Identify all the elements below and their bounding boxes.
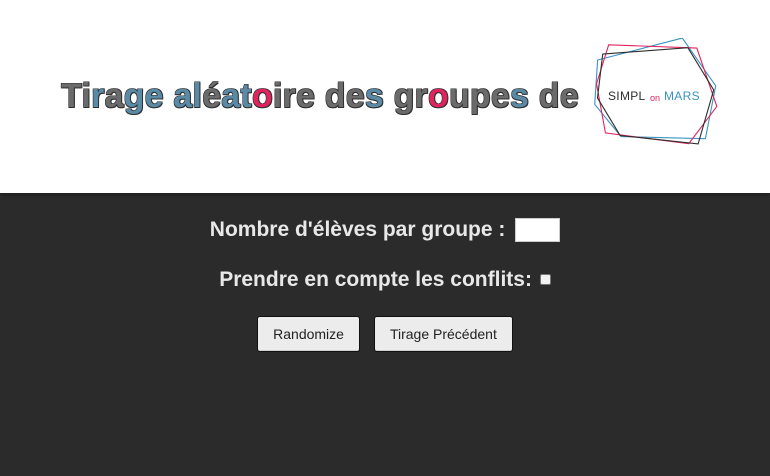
conflicts-checkbox[interactable] — [539, 273, 551, 285]
conflicts-row: Prendre en compte les conflits: — [0, 265, 770, 295]
logo-text-mars: MARS — [664, 89, 700, 103]
title-segment: s — [509, 77, 539, 115]
group-size-input[interactable] — [515, 218, 561, 243]
title-segment: o — [427, 77, 449, 115]
logo-text-on: on — [650, 93, 660, 103]
title-segment: Ti — [61, 77, 92, 115]
title-segment: o — [251, 77, 273, 115]
group-size-row: Nombre d'élèves par groupe : — [0, 215, 770, 245]
page-header: Tirage aléatoire des groupes de SIMPL on… — [0, 0, 770, 193]
title-segment: r — [91, 77, 105, 115]
title-segment: a — [104, 77, 124, 115]
logo-text-simpl: SIMPL — [608, 89, 646, 103]
button-row: Randomize Tirage Précédent — [0, 316, 770, 352]
main-panel: Nombre d'élèves par groupe : Prendre en … — [0, 195, 770, 476]
title-segment: s — [364, 77, 394, 115]
simplon-mars-logo: SIMPL on MARS — [594, 38, 718, 145]
title-segment: de — [324, 77, 365, 115]
previous-draw-button[interactable]: Tirage Précédent — [373, 316, 513, 352]
title-segment: de — [538, 77, 579, 115]
randomize-button[interactable]: Randomize — [257, 316, 360, 352]
title-segment: at — [221, 77, 252, 115]
title-segment: é — [202, 77, 222, 115]
page-title: Tirage aléatoire des groupes de — [61, 74, 579, 118]
title-segment: al — [173, 77, 203, 115]
conflicts-label: Prendre en compte les conflits: — [219, 268, 532, 292]
group-size-label: Nombre d'élèves par groupe : — [209, 218, 506, 242]
title-segment: upe — [448, 77, 510, 115]
title-segment: gr — [393, 77, 428, 115]
title-segment: ire — [272, 77, 325, 115]
title-segment: ge — [123, 77, 174, 115]
